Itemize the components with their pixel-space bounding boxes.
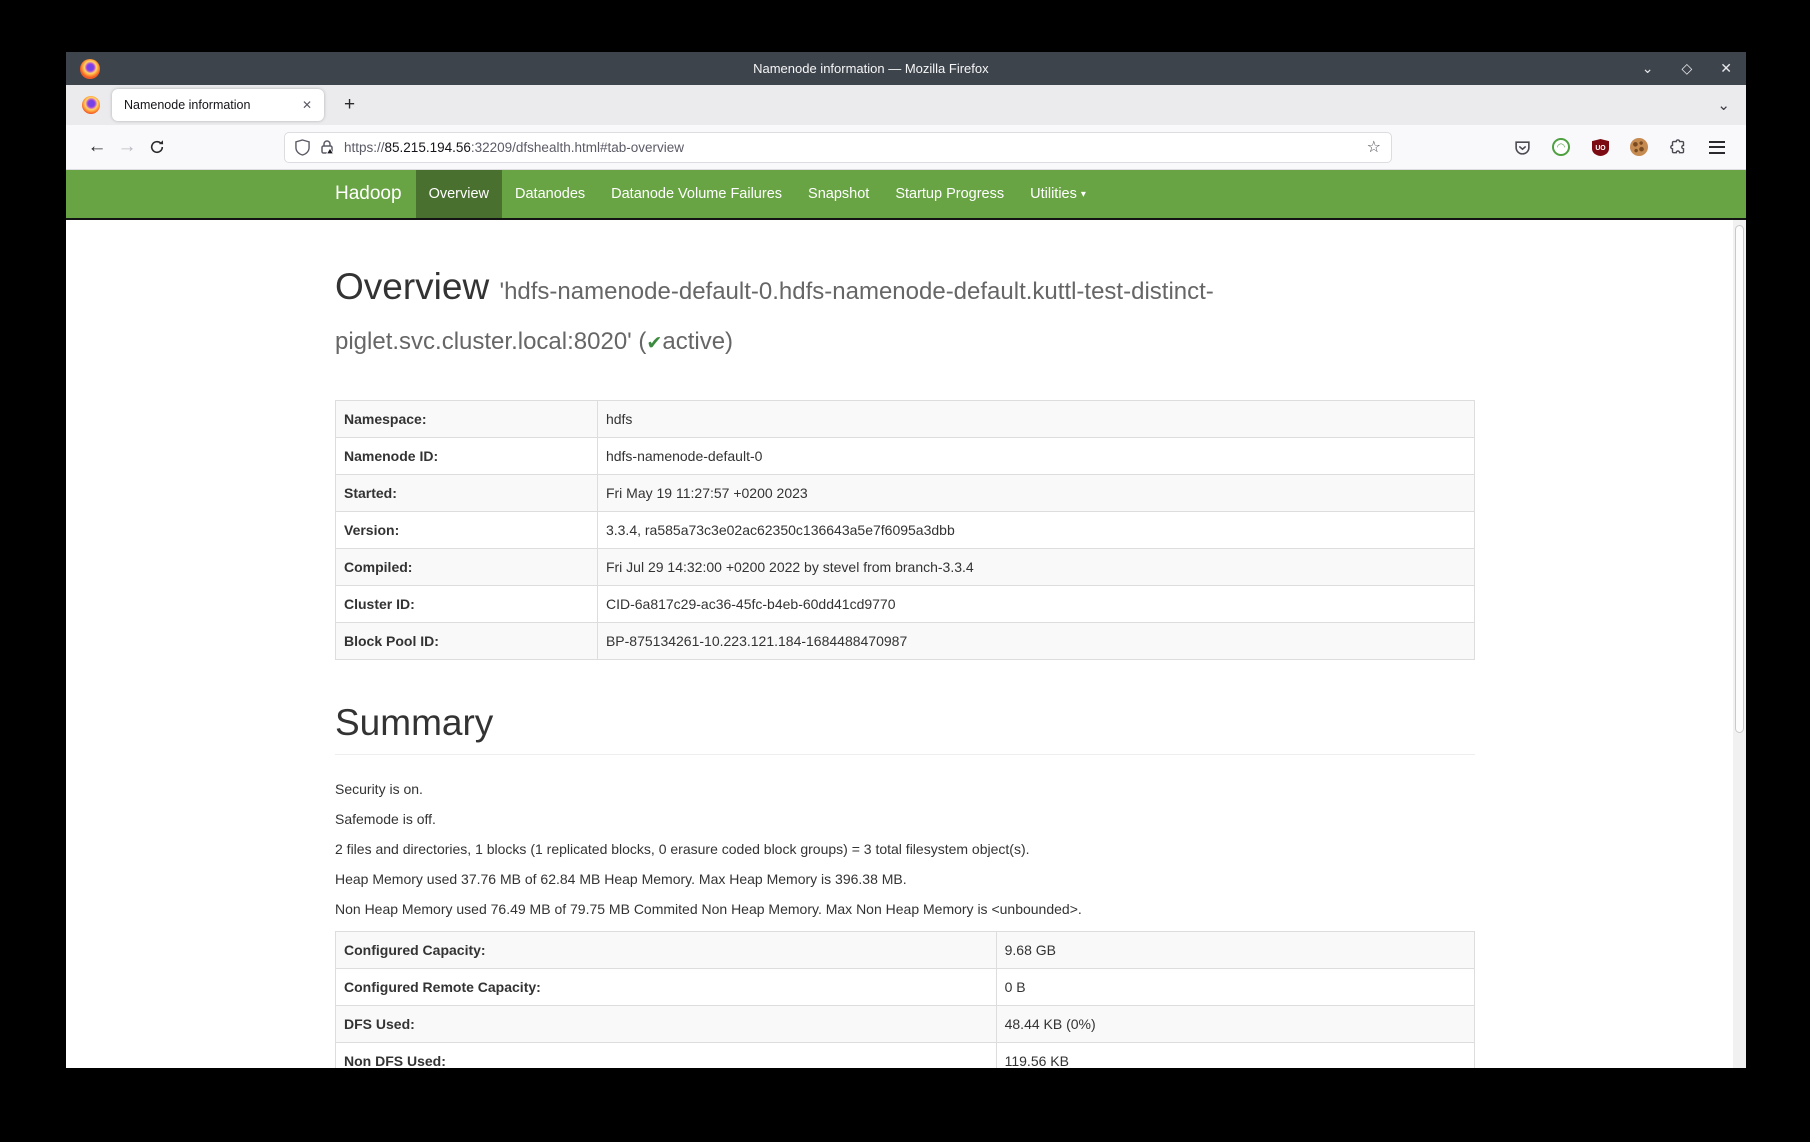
table-row: Started:Fri May 19 11:27:57 +0200 2023 <box>336 475 1475 512</box>
navigation-toolbar: ← → https://85.215.194.56:32209/dfshealt… <box>66 125 1746 170</box>
table-row: Configured Remote Capacity:0 B <box>336 969 1475 1006</box>
overview-heading: Overview 'hdfs-namenode-default-0.hdfs-n… <box>335 264 1475 366</box>
hadoop-brand[interactable]: Hadoop <box>335 170 416 218</box>
new-tab-button[interactable]: + <box>336 94 363 116</box>
firefox-view-button[interactable] <box>76 90 106 120</box>
heap-memory-text: Heap Memory used 37.76 MB of 62.84 MB He… <box>335 871 1475 888</box>
pocket-icon <box>1514 139 1531 156</box>
maximize-button[interactable]: ◇ <box>1681 60 1692 77</box>
firefox-logo-icon <box>80 59 100 79</box>
svg-text:UO: UO <box>1595 145 1606 152</box>
page-title: Overview <box>335 266 489 307</box>
capacity-table: Configured Capacity:9.68 GB Configured R… <box>335 931 1475 1068</box>
ublock-origin-button[interactable]: UO <box>1587 134 1613 160</box>
table-row: Namenode ID:hdfs-namenode-default-0 <box>336 438 1475 475</box>
summary-heading: Summary <box>335 702 1475 744</box>
privacy-extension-button[interactable]: ◠ <box>1548 134 1574 160</box>
safemode-status-text: Safemode is off. <box>335 811 1475 828</box>
hadoop-navbar: Hadoop Overview Datanodes Datanode Volum… <box>66 170 1746 220</box>
url-domain: 85.215.194.56 <box>385 140 471 155</box>
table-row: DFS Used:48.44 KB (0%) <box>336 1006 1475 1043</box>
filesystem-objects-text: 2 files and directories, 1 blocks (1 rep… <box>335 841 1475 858</box>
extension-icons: ◠ UO <box>1509 134 1730 160</box>
extensions-button[interactable] <box>1665 134 1691 160</box>
back-button[interactable]: ← <box>82 132 112 162</box>
page-scrollbar[interactable] <box>1733 220 1746 1068</box>
page-content: Overview 'hdfs-namenode-default-0.hdfs-n… <box>66 220 1746 1068</box>
cookie-icon <box>1630 138 1648 156</box>
tab-close-icon[interactable]: ✕ <box>298 96 316 114</box>
nav-tab-overview[interactable]: Overview <box>416 170 502 218</box>
tab-namenode-information[interactable]: Namenode information ✕ <box>112 89 324 121</box>
nav-tab-datanodes[interactable]: Datanodes <box>502 170 598 218</box>
reload-button[interactable] <box>142 132 172 162</box>
minimize-button[interactable]: ⌄ <box>1642 60 1654 77</box>
lock-warning-icon[interactable] <box>319 139 335 155</box>
divider <box>335 754 1475 755</box>
url-text[interactable]: https://85.215.194.56:32209/dfshealth.ht… <box>344 140 1358 155</box>
table-row: Namespace:hdfs <box>336 401 1475 438</box>
nav-tab-utilities[interactable]: Utilities ▾ <box>1017 170 1099 218</box>
menu-button[interactable] <box>1704 134 1730 160</box>
table-row: Cluster ID:CID-6a817c29-ac36-45fc-b4eb-6… <box>336 586 1475 623</box>
table-row: Compiled:Fri Jul 29 14:32:00 +0200 2022 … <box>336 549 1475 586</box>
tab-title: Namenode information <box>124 98 298 112</box>
browser-window: Namenode information — Mozilla Firefox ⌄… <box>66 52 1746 1068</box>
table-row: Configured Capacity:9.68 GB <box>336 932 1475 969</box>
forward-button: → <box>112 132 142 162</box>
active-check-icon: ✔ <box>646 333 662 354</box>
security-status-text: Security is on. <box>335 781 1475 798</box>
nav-tab-startup-progress[interactable]: Startup Progress <box>882 170 1017 218</box>
cookie-extension-button[interactable] <box>1626 134 1652 160</box>
non-heap-memory-text: Non Heap Memory used 76.49 MB of 79.75 M… <box>335 901 1475 918</box>
table-row: Block Pool ID:BP-875134261-10.223.121.18… <box>336 623 1475 660</box>
table-row: Non DFS Used:119.56 KB <box>336 1043 1475 1069</box>
nav-tab-datanode-volume-failures[interactable]: Datanode Volume Failures <box>598 170 795 218</box>
shield-permissions-icon[interactable] <box>295 139 310 156</box>
hamburger-icon <box>1709 141 1725 143</box>
url-bar[interactable]: https://85.215.194.56:32209/dfshealth.ht… <box>284 132 1392 163</box>
chevron-down-icon: ▾ <box>1081 189 1086 200</box>
close-button[interactable]: ✕ <box>1720 60 1732 77</box>
titlebar: Namenode information — Mozilla Firefox ⌄… <box>66 52 1746 85</box>
scrollbar-thumb[interactable] <box>1735 225 1744 733</box>
pocket-button[interactable] <box>1509 134 1535 160</box>
active-status: active <box>662 328 725 355</box>
privacy-extension-icon: ◠ <box>1552 138 1570 156</box>
list-tabs-chevron-icon[interactable]: ⌄ <box>1717 96 1730 114</box>
window-title: Namenode information — Mozilla Firefox <box>100 61 1642 76</box>
firefox-view-icon <box>82 96 100 114</box>
bookmark-star-icon[interactable]: ☆ <box>1367 137 1381 157</box>
nav-tab-snapshot[interactable]: Snapshot <box>795 170 882 218</box>
reload-icon <box>149 139 165 155</box>
table-row: Version:3.3.4, ra585a73c3e02ac62350c1366… <box>336 512 1475 549</box>
ublock-origin-shield-icon: UO <box>1592 139 1609 156</box>
tab-bar: Namenode information ✕ + ⌄ <box>66 85 1746 125</box>
namenode-info-table: Namespace:hdfs Namenode ID:hdfs-namenode… <box>335 400 1475 660</box>
puzzle-piece-icon <box>1670 139 1687 156</box>
